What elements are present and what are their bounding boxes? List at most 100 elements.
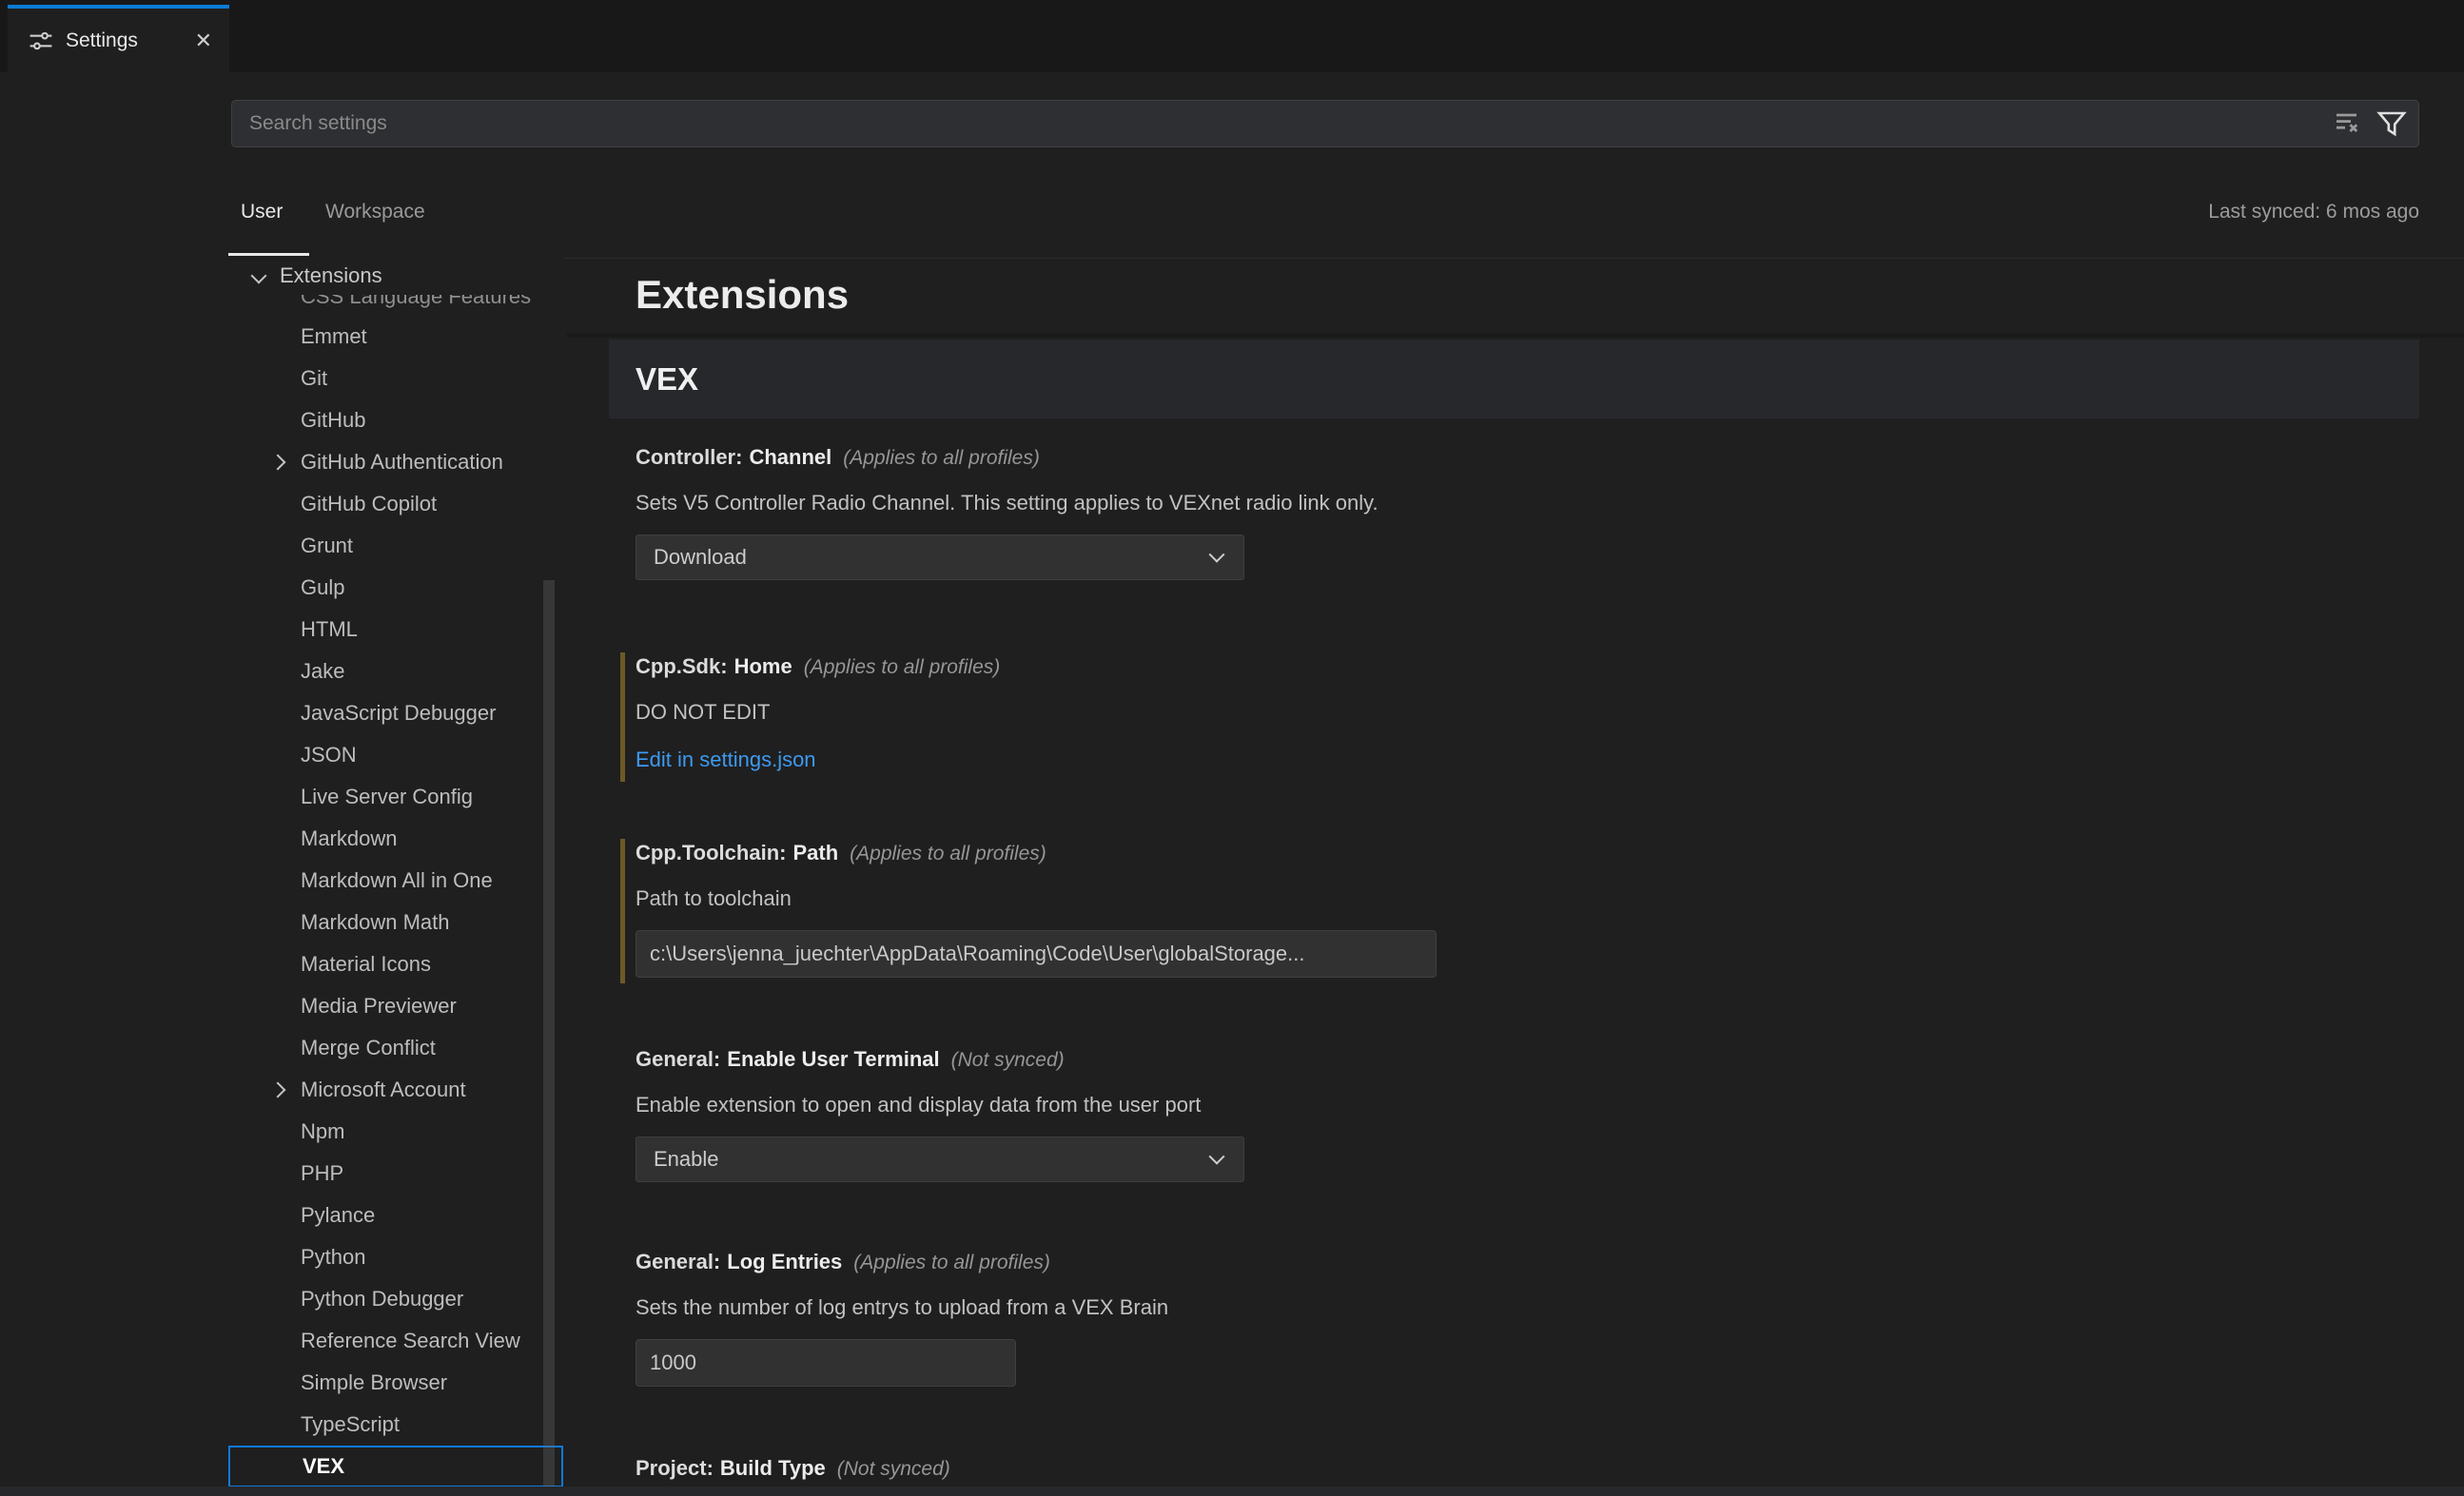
setting-label: Cpp.Sdk:Home(Applies to all profiles) (636, 652, 2419, 682)
toc-item-markdown-all-in-one[interactable]: Markdown All in One (228, 860, 563, 902)
toc-item-label: Grunt (301, 534, 353, 558)
toc-item-clipped[interactable]: CSS Language Features (228, 295, 563, 316)
toc-item-label: GitHub Authentication (301, 450, 503, 475)
toc-item-jake[interactable]: Jake (228, 651, 563, 692)
toc-item-python[interactable]: Python (228, 1236, 563, 1278)
toc-item-label: Gulp (301, 575, 344, 600)
toc-item-markdown-math[interactable]: Markdown Math (228, 902, 563, 943)
toc-item-github-authentication[interactable]: GitHub Authentication (228, 441, 563, 483)
channel-select[interactable]: Download (636, 534, 1244, 580)
settings-tab[interactable]: Settings ✕ (8, 5, 229, 72)
toolchain-path-input[interactable] (636, 930, 1437, 978)
toc-item-npm[interactable]: Npm (228, 1111, 563, 1153)
setting-controller-channel: Controller: Channel (Applies to all profil… (620, 443, 2419, 580)
toc-item-label: Media Previewer (301, 994, 457, 1019)
active-tab-underline (228, 253, 309, 256)
toc-item-gulp[interactable]: Gulp (228, 567, 563, 609)
modified-indicator (620, 652, 625, 782)
setting-label: General:Enable User Terminal(Not synced) (636, 1045, 2419, 1075)
page-title: Extensions (636, 272, 849, 318)
toc-item-python-debugger[interactable]: Python Debugger (228, 1278, 563, 1320)
chevron-down-icon (251, 268, 267, 284)
modified-indicator (620, 839, 625, 983)
toc-item-php[interactable]: PHP (228, 1153, 563, 1195)
toc-item-markdown[interactable]: Markdown (228, 818, 563, 860)
toc-item-label: Reference Search View (301, 1329, 520, 1353)
log-entries-input[interactable] (636, 1339, 1016, 1387)
setting-label: Cpp.Toolchain:Path(Applies to all profil… (636, 839, 2419, 868)
toc-item-simple-browser[interactable]: Simple Browser (228, 1362, 563, 1404)
settings-search-bar (231, 100, 2419, 147)
toc-item-html[interactable]: HTML (228, 609, 563, 651)
toc-item-typescript[interactable]: TypeScript (228, 1404, 563, 1446)
toc-item-label: GitHub (301, 408, 365, 433)
toc-item-label: Simple Browser (301, 1370, 447, 1395)
setting-description: Enable extension to open and display dat… (636, 1091, 2419, 1119)
toc-item-emmet[interactable]: Emmet (228, 316, 563, 358)
toc-item-live-server-config[interactable]: Live Server Config (228, 776, 563, 818)
toc-item-json[interactable]: JSON (228, 734, 563, 776)
toc-item-github-copilot[interactable]: GitHub Copilot (228, 483, 563, 525)
toc-item-label: Live Server Config (301, 785, 473, 809)
setting-label: General:Log Entries(Applies to all profi… (636, 1248, 2419, 1277)
toc-item-label: Emmet (301, 324, 367, 349)
toc-item-material-icons[interactable]: Material Icons (228, 943, 563, 985)
toc-item-merge-conflict[interactable]: Merge Conflict (228, 1027, 563, 1069)
toc-item-label: VEX (303, 1454, 344, 1479)
search-input[interactable] (247, 111, 2335, 136)
toc-item-label: HTML (301, 617, 358, 642)
setting-scope: (Not synced) (837, 1458, 950, 1480)
setting-category: Project: (636, 1456, 714, 1480)
toc-item-label: Markdown Math (301, 910, 450, 935)
editor-tab-bar: Settings ✕ (0, 0, 2464, 72)
toc-root-extensions[interactable]: Extensions (228, 257, 563, 295)
setting-scope: (Applies to all profiles) (843, 447, 1040, 469)
toc-item-github[interactable]: GitHub (228, 399, 563, 441)
setting-category: Cpp.Toolchain: (636, 841, 786, 865)
setting-label: Controller: Channel (Applies to all profil… (636, 443, 2419, 473)
setting-cppsdk-home: Cpp.Sdk:Home(Applies to all profiles) DO… (620, 652, 2419, 772)
close-icon[interactable]: ✕ (195, 30, 212, 51)
setting-scope: (Not synced) (951, 1049, 1065, 1071)
toc-item-label: Npm (301, 1119, 344, 1144)
clear-search-results-icon[interactable] (2335, 108, 2365, 139)
toc-item-javascript-debugger[interactable]: JavaScript Debugger (228, 692, 563, 734)
toc-item-git[interactable]: Git (228, 358, 563, 399)
toc-item-label: Python (301, 1245, 366, 1270)
chevron-down-icon (1209, 1149, 1225, 1165)
setting-name: Home (734, 654, 792, 678)
toc-item-pylance[interactable]: Pylance (228, 1195, 563, 1236)
edit-in-settings-json-link[interactable]: Edit in settings.json (636, 748, 816, 772)
toc-clipped-label: CSS Language Features (301, 295, 563, 311)
tab-workspace[interactable]: Workspace (325, 201, 425, 223)
setting-name: Log Entries (727, 1250, 842, 1273)
toc-item-microsoft-account[interactable]: Microsoft Account (228, 1069, 563, 1111)
setting-cpptoolchain-path: Cpp.Toolchain:Path(Applies to all profil… (620, 839, 2419, 978)
toc-item-vex[interactable]: VEX (228, 1446, 563, 1487)
toc-item-label: JavaScript Debugger (301, 701, 496, 726)
chevron-right-icon (270, 455, 286, 471)
toc-item-label: Git (301, 366, 327, 391)
channel-select-value: Download (654, 545, 1211, 570)
filter-icon[interactable] (2376, 108, 2407, 139)
setting-description: Path to toolchain (636, 884, 2419, 913)
setting-description: Sets V5 Controller Radio Channel. This s… (636, 489, 2419, 517)
toc-item-label: JSON (301, 743, 357, 767)
toc-scrollbar[interactable] (543, 580, 555, 1496)
scope-divider (231, 258, 2464, 259)
tab-title: Settings (66, 29, 138, 52)
setting-log-entries: General:Log Entries(Applies to all profi… (620, 1248, 2419, 1387)
toc-root-label: Extensions (280, 263, 382, 288)
toc-item-grunt[interactable]: Grunt (228, 525, 563, 567)
setting-category: Controller: (636, 445, 742, 469)
setting-enable-user-terminal: General:Enable User Terminal(Not synced)… (620, 1045, 2419, 1182)
toc-item-label: GitHub Copilot (301, 492, 437, 516)
setting-name: Channel (749, 445, 831, 469)
tab-user[interactable]: User (241, 201, 283, 223)
user-terminal-select[interactable]: Enable (636, 1137, 1244, 1182)
toc-item-reference-search-view[interactable]: Reference Search View (228, 1320, 563, 1362)
setting-scope: (Applies to all profiles) (850, 843, 1046, 865)
toc-item-media-previewer[interactable]: Media Previewer (228, 985, 563, 1027)
setting-label: Project:Build Type(Not synced) (636, 1454, 2419, 1484)
toc-item-label: TypeScript (301, 1412, 400, 1437)
